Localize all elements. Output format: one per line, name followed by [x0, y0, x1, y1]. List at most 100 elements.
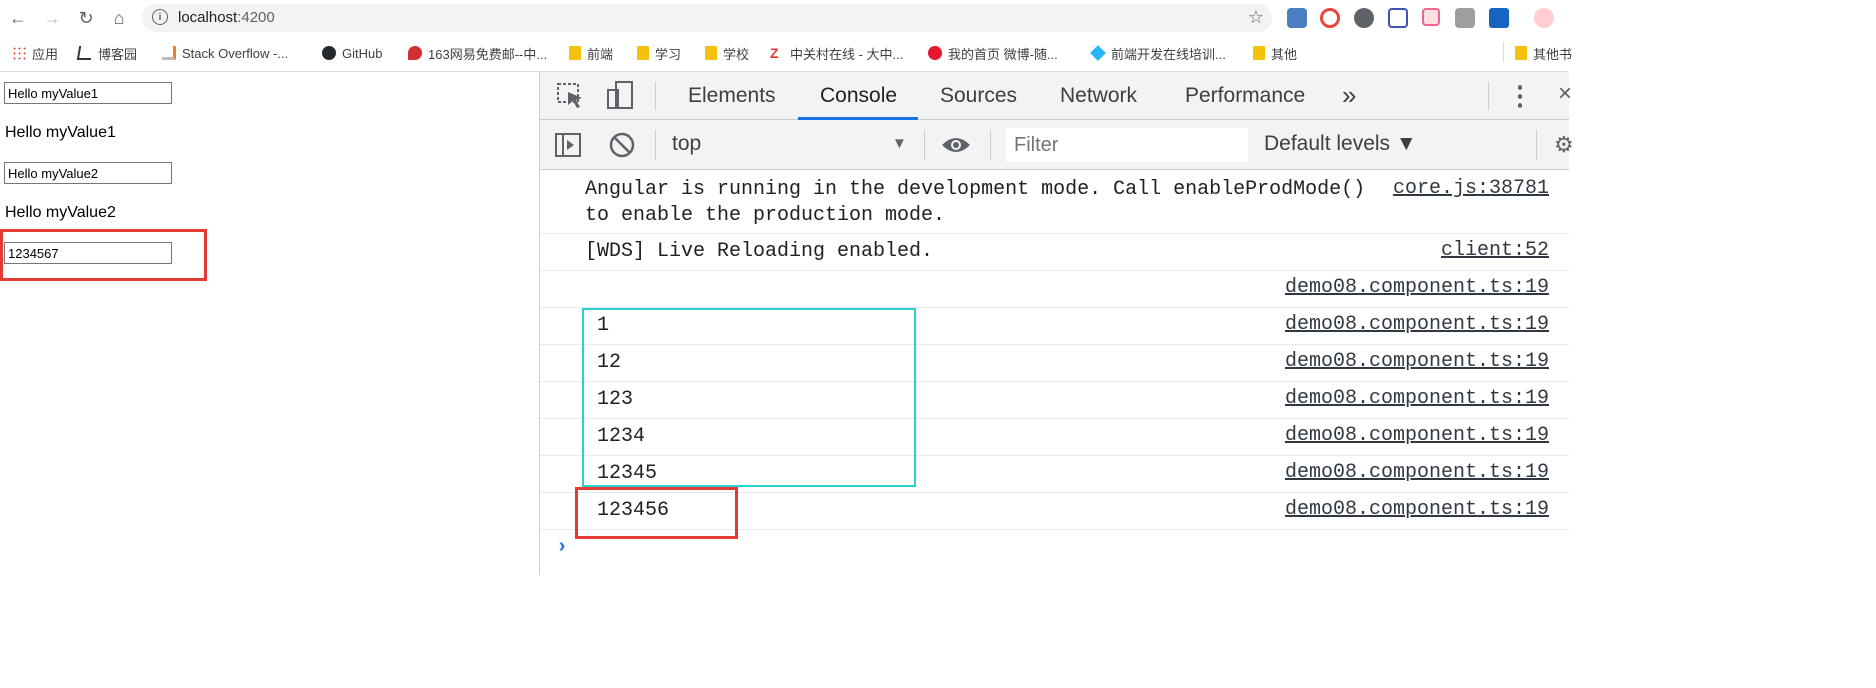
bookmark-folder-other-books[interactable]: 其他书	[1515, 44, 1572, 62]
forward-icon[interactable]: →	[40, 6, 64, 30]
training-icon	[1090, 45, 1106, 61]
console-toolbar: top ▼ Default levels ▼ ⚙	[540, 120, 1574, 170]
inspect-element-icon[interactable]	[556, 82, 586, 110]
tab-elements[interactable]: Elements	[688, 84, 776, 108]
bookmark-folder-other[interactable]: 其他	[1253, 44, 1297, 62]
console-message: [WDS] Live Reloading enabled. client:52	[540, 234, 1569, 271]
bookmark-apps[interactable]: 应用	[12, 44, 58, 62]
folder-icon	[1515, 46, 1527, 60]
message-source-link[interactable]: demo08.component.ts:19	[1285, 498, 1549, 521]
extension-m-icon[interactable]	[1354, 8, 1374, 28]
close-devtools-icon[interactable]: ×	[1558, 80, 1572, 108]
bookmark-label: 其他书	[1533, 46, 1573, 62]
bookmark-label: 前端开发在线培训...	[1111, 46, 1226, 62]
folder-icon	[637, 46, 649, 60]
stackoverflow-icon	[162, 46, 176, 60]
bookmark-github[interactable]: GitHub	[322, 44, 382, 62]
bookmark-label: 我的首页 微博-随...	[948, 46, 1058, 62]
folder-icon	[569, 46, 581, 60]
back-icon[interactable]: ←	[6, 6, 30, 30]
bookmark-stackoverflow[interactable]: Stack Overflow -...	[162, 44, 288, 62]
apps-grid-icon	[12, 46, 26, 60]
toolbar-divider	[655, 130, 656, 160]
bookmarks-divider	[1503, 42, 1504, 62]
extension-badge-icon[interactable]	[1455, 8, 1475, 28]
bookmark-163mail[interactable]: 163网易免费邮--中...	[408, 44, 547, 62]
tab-sources[interactable]: Sources	[940, 84, 1017, 108]
console-settings-gear-icon[interactable]: ⚙	[1554, 132, 1574, 158]
more-options-icon[interactable]	[1518, 83, 1522, 109]
bookmark-folder-xuexiao[interactable]: 学校	[705, 44, 749, 62]
github-icon	[322, 46, 336, 60]
bookmark-label: 其他	[1271, 46, 1298, 62]
page-viewport: Hello myValue1 Hello myValue2	[0, 72, 539, 575]
message-source-link[interactable]: demo08.component.ts:19	[1285, 313, 1549, 336]
toolbar-divider-2	[924, 130, 925, 160]
bookmark-zol[interactable]: Z 中关村在线 - 大中...	[770, 44, 903, 62]
highlight-red-value	[575, 487, 738, 539]
value2-input[interactable]	[4, 162, 172, 184]
show-sidebar-icon[interactable]	[554, 131, 584, 159]
log-levels-dropdown[interactable]: Default levels ▼	[1264, 132, 1417, 156]
live-expression-eye-icon[interactable]	[940, 134, 972, 156]
bookmark-label: Stack Overflow -...	[182, 45, 289, 61]
bookmarks-bar: 应用 博客园 Stack Overflow -... GitHub 163网易免…	[0, 38, 1572, 68]
devtools-tabbar: Elements Console Sources Network Perform…	[540, 72, 1572, 120]
address-bar[interactable]: i localhost:4200 ☆	[142, 4, 1272, 32]
extension-screenshot-icon[interactable]	[1287, 8, 1307, 28]
extension-arrow-icon[interactable]	[1422, 8, 1440, 26]
folder-icon	[705, 46, 717, 60]
highlight-red-input	[0, 229, 207, 281]
tab-performance[interactable]: Performance	[1185, 84, 1305, 108]
value1-output: Hello myValue1	[5, 124, 116, 141]
zol-icon: Z	[770, 45, 779, 61]
extension-dollar-icon[interactable]	[1489, 8, 1509, 28]
bookmark-label: 前端	[587, 46, 614, 62]
value1-input[interactable]	[4, 82, 172, 104]
bookmark-training[interactable]: 前端开发在线培训...	[1090, 44, 1226, 62]
weibo-icon	[928, 46, 942, 60]
message-source-link[interactable]: core.js:38781	[1393, 177, 1549, 200]
address-url[interactable]: localhost:4200	[178, 9, 275, 26]
bookmark-cnblogs[interactable]: 博客园	[76, 44, 137, 62]
bookmark-folder-qianduan[interactable]: 前端	[569, 44, 613, 62]
message-source-link[interactable]: demo08.component.ts:19	[1285, 276, 1549, 299]
tab-network[interactable]: Network	[1060, 84, 1137, 108]
tab-console[interactable]: Console	[820, 84, 897, 108]
mail163-icon	[408, 46, 422, 60]
bookmark-weibo[interactable]: 我的首页 微博-随...	[928, 44, 1058, 62]
device-toolbar-icon[interactable]	[606, 80, 636, 112]
bookmark-label: 学习	[655, 46, 682, 62]
url-port: :4200	[237, 9, 275, 26]
tabbar-divider	[655, 82, 656, 110]
extension-window-icon[interactable]	[1388, 8, 1408, 28]
clear-console-icon[interactable]	[608, 131, 636, 159]
reload-icon[interactable]: ↻	[74, 6, 98, 30]
toolbar-divider-4	[1536, 130, 1537, 160]
tabbar-divider-right	[1488, 82, 1489, 110]
profile-avatar[interactable]	[1534, 8, 1554, 28]
bookmark-folder-xuexi[interactable]: 学习	[637, 44, 681, 62]
context-selector[interactable]: top	[672, 132, 701, 156]
console-output: Angular is running in the development mo…	[540, 170, 1569, 575]
bookmark-label: GitHub	[342, 45, 383, 61]
home-icon[interactable]: ⌂	[107, 6, 131, 30]
bookmark-label: 学校	[723, 46, 750, 62]
extension-swirl-icon[interactable]	[1320, 8, 1340, 28]
context-dropdown-icon[interactable]: ▼	[892, 135, 907, 152]
message-source-link[interactable]: demo08.component.ts:19	[1285, 424, 1549, 447]
browser-toolbar: ← → ↻ ⌂ i localhost:4200 ☆	[0, 0, 1568, 36]
more-tabs-icon[interactable]: »	[1342, 80, 1356, 111]
bookmark-label: 163网易免费邮--中...	[428, 46, 548, 62]
message-source-link[interactable]: demo08.component.ts:19	[1285, 350, 1549, 373]
filter-input[interactable]	[1006, 128, 1248, 162]
console-message: Angular is running in the development mo…	[540, 170, 1569, 234]
bookmark-label: 应用	[32, 46, 59, 62]
site-info-icon[interactable]: i	[152, 9, 168, 25]
console-prompt-icon[interactable]: ›	[556, 536, 568, 559]
message-source-link[interactable]: client:52	[1441, 239, 1549, 262]
url-host: localhost	[178, 9, 238, 26]
bookmark-star-icon[interactable]: ☆	[1248, 7, 1264, 28]
message-source-link[interactable]: demo08.component.ts:19	[1285, 387, 1549, 410]
message-source-link[interactable]: demo08.component.ts:19	[1285, 461, 1549, 484]
